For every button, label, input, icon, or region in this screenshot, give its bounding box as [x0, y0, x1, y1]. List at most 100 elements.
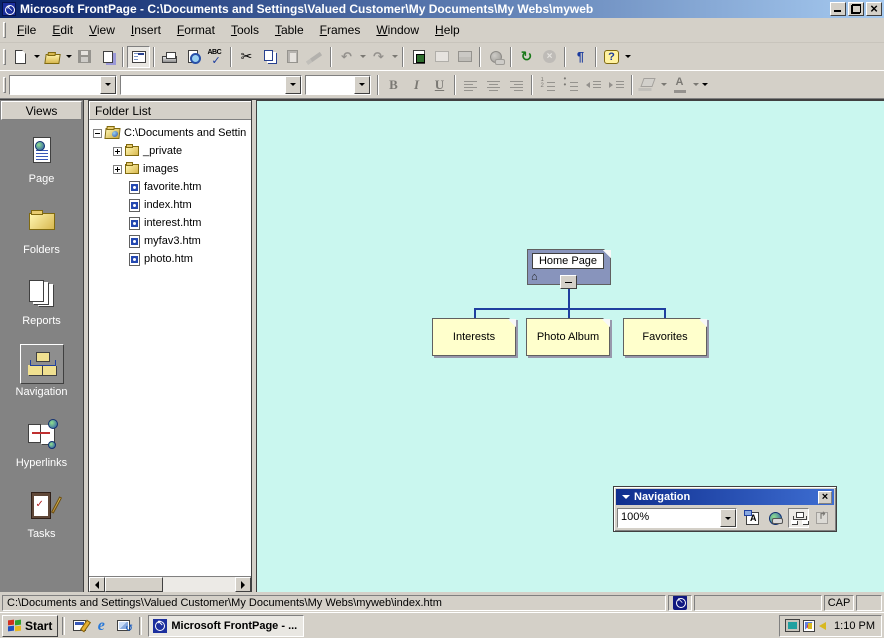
highlight-color-button[interactable]	[636, 74, 659, 96]
print-button[interactable]	[158, 46, 181, 68]
paste-button[interactable]	[281, 46, 304, 68]
stop-button[interactable]	[538, 46, 561, 68]
style-combo-dropdown[interactable]	[100, 76, 116, 94]
tree-item-index[interactable]: index.htm	[89, 196, 251, 214]
menu-insert[interactable]: Insert	[123, 20, 169, 40]
included-in-navbars-button[interactable]	[742, 508, 763, 528]
save-button[interactable]	[73, 46, 96, 68]
zoom-dropdown[interactable]	[720, 509, 736, 527]
bulleted-list-button[interactable]	[559, 74, 582, 96]
font-color-dropdown[interactable]	[691, 74, 700, 96]
restore-button[interactable]	[848, 2, 864, 16]
views-item-reports[interactable]: Reports	[0, 273, 83, 327]
navigation-toolbar-close-button[interactable]	[818, 491, 832, 504]
close-button[interactable]	[866, 2, 882, 16]
tree-item-web-root[interactable]: C:\Documents and Settin	[89, 124, 251, 142]
scroll-left-button[interactable]	[89, 577, 105, 592]
folder-list-hscrollbar[interactable]	[89, 576, 251, 592]
decrease-indent-button[interactable]	[582, 74, 605, 96]
view-subtree-button[interactable]	[811, 508, 832, 528]
publish-web-button[interactable]	[96, 46, 119, 68]
views-item-page[interactable]: Page	[0, 131, 83, 185]
portrait-landscape-button[interactable]	[788, 508, 809, 528]
show-all-button[interactable]	[569, 46, 592, 68]
align-right-button[interactable]	[505, 74, 528, 96]
insert-component-button[interactable]	[407, 46, 430, 68]
menu-edit[interactable]: Edit	[44, 20, 81, 40]
cut-button[interactable]	[235, 46, 258, 68]
tree-item-images[interactable]: images	[89, 160, 251, 178]
tree-item-interest[interactable]: interest.htm	[89, 214, 251, 232]
tree-item-private[interactable]: _private	[89, 142, 251, 160]
font-combo[interactable]	[120, 75, 302, 95]
menu-format[interactable]: Format	[169, 20, 223, 40]
display-settings-tray-icon[interactable]	[786, 620, 799, 631]
highlight-color-dropdown[interactable]	[659, 74, 668, 96]
italic-button[interactable]	[405, 74, 428, 96]
insert-table-button[interactable]	[430, 46, 453, 68]
tree-item-photo[interactable]: photo.htm	[89, 250, 251, 268]
hyperlink-button[interactable]	[484, 46, 507, 68]
menu-table[interactable]: Table	[267, 20, 312, 40]
redo-dropdown[interactable]	[390, 46, 399, 68]
scroll-right-button[interactable]	[235, 577, 251, 592]
toolbar-menu-arrow-icon[interactable]	[622, 495, 630, 499]
navigation-floating-toolbar[interactable]: Navigation 100%	[613, 486, 837, 532]
views-item-folders[interactable]: Folders	[0, 202, 83, 256]
preview-in-browser-button[interactable]	[181, 46, 204, 68]
copy-button[interactable]	[258, 46, 281, 68]
nav-node-interests[interactable]: Interests	[432, 318, 516, 356]
folder-list-toggle-button[interactable]	[127, 46, 150, 68]
frontpage-app-icon[interactable]	[2, 2, 16, 16]
views-item-hyperlinks[interactable]: Hyperlinks	[0, 415, 83, 469]
style-combo[interactable]	[9, 75, 117, 95]
nav-node-favorites[interactable]: Favorites	[623, 318, 707, 356]
views-item-navigation[interactable]: Navigation	[0, 344, 83, 398]
frontpage-task-button[interactable]: Microsoft FrontPage - ...	[148, 615, 304, 637]
size-combo[interactable]	[305, 75, 371, 95]
menu-file[interactable]: File	[9, 20, 44, 40]
undo-dropdown[interactable]	[358, 46, 367, 68]
numbered-list-button[interactable]	[536, 74, 559, 96]
menu-frames[interactable]: Frames	[312, 20, 369, 40]
expand-icon[interactable]	[113, 165, 122, 174]
toolbar-grip[interactable]	[3, 49, 6, 65]
nav-node-photo-album[interactable]: Photo Album	[526, 318, 610, 356]
menu-grip[interactable]	[3, 22, 6, 38]
help-button[interactable]	[600, 46, 623, 68]
tree-item-myfav3[interactable]: myfav3.htm	[89, 232, 251, 250]
spelling-button[interactable]	[204, 46, 227, 68]
bold-button[interactable]	[382, 74, 405, 96]
volume-tray-icon[interactable]	[819, 622, 826, 630]
help-dropdown[interactable]	[623, 46, 632, 68]
quicklaunch-show-desktop-button[interactable]	[69, 616, 89, 636]
zoom-combo[interactable]: 100%	[617, 508, 737, 528]
size-combo-dropdown[interactable]	[354, 76, 370, 94]
format-painter-button[interactable]	[304, 46, 327, 68]
undo-button[interactable]	[335, 46, 358, 68]
scroll-track[interactable]	[163, 577, 235, 592]
external-link-button[interactable]	[765, 508, 786, 528]
expand-icon[interactable]	[113, 147, 122, 156]
menu-window[interactable]: Window	[368, 20, 427, 40]
more-buttons-dropdown[interactable]	[700, 74, 709, 96]
views-item-tasks[interactable]: Tasks	[0, 486, 83, 540]
underline-button[interactable]	[428, 74, 451, 96]
refresh-button[interactable]	[515, 46, 538, 68]
open-dropdown[interactable]	[64, 46, 73, 68]
menu-tools[interactable]: Tools	[223, 20, 267, 40]
center-button[interactable]	[482, 74, 505, 96]
insert-picture-button[interactable]	[453, 46, 476, 68]
align-left-button[interactable]	[459, 74, 482, 96]
formatting-grip[interactable]	[3, 77, 6, 93]
new-page-dropdown[interactable]	[32, 46, 41, 68]
redo-button[interactable]	[367, 46, 390, 68]
increase-indent-button[interactable]	[605, 74, 628, 96]
quicklaunch-internet-explorer-button[interactable]	[91, 616, 111, 636]
collapse-icon[interactable]	[93, 129, 102, 138]
start-button[interactable]: Start	[2, 615, 58, 637]
quicklaunch-outlook-express-button[interactable]	[113, 616, 133, 636]
navigation-canvas[interactable]: Home Page ⌂ Interests Photo Album Favori…	[256, 100, 884, 592]
open-button[interactable]	[41, 46, 64, 68]
scroll-thumb[interactable]	[105, 577, 163, 592]
